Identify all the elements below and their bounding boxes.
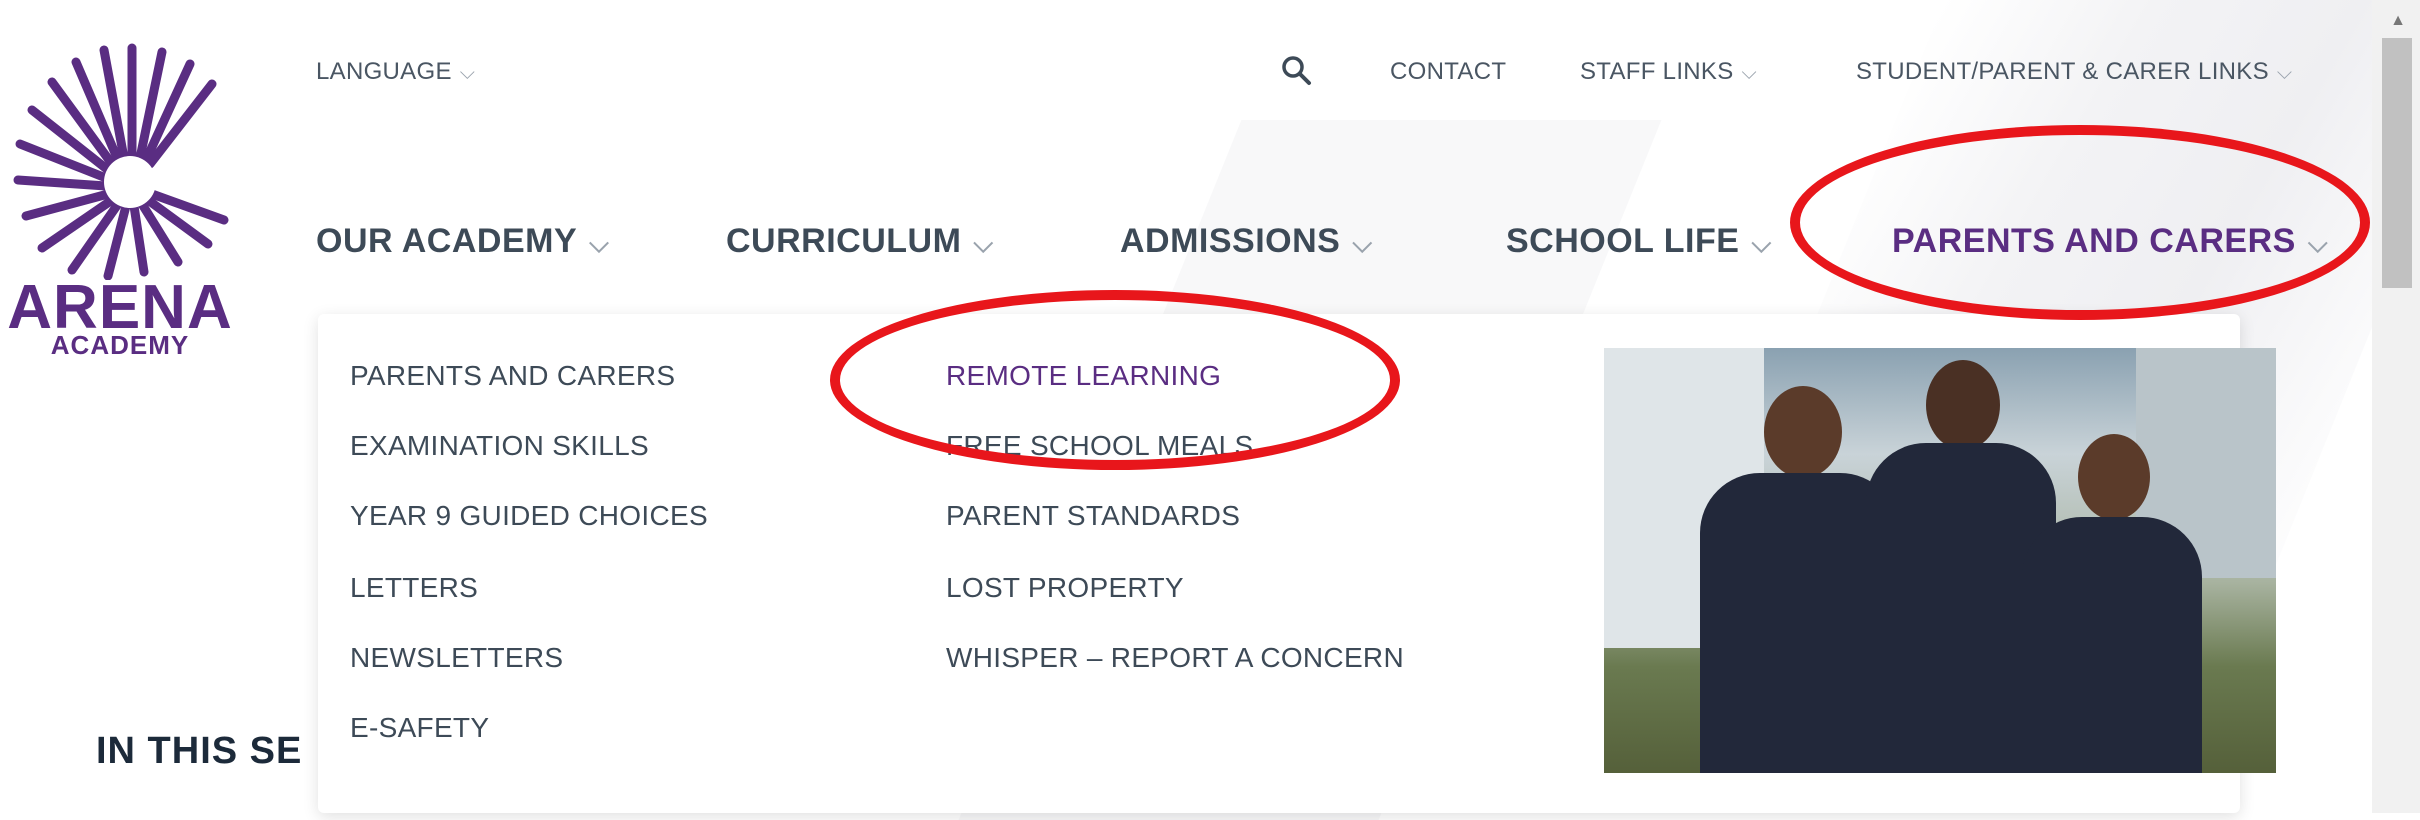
nav-label: SCHOOL LIFE xyxy=(1506,222,1740,260)
nav-school-life[interactable]: SCHOOL LIFE ⌵ xyxy=(1506,222,1772,261)
menu-item-lost-property[interactable]: LOST PROPERTY xyxy=(946,572,1184,604)
student-head xyxy=(1926,360,2000,450)
chevron-down-icon: ⌵ xyxy=(1751,228,1772,258)
menu-item-examination-skills[interactable]: EXAMINATION SKILLS xyxy=(350,430,649,462)
nav-label: ADMISSIONS xyxy=(1120,222,1341,260)
nav-admissions[interactable]: ADMISSIONS ⌵ xyxy=(1120,222,1373,261)
student-head xyxy=(1764,386,1842,478)
nav-our-academy[interactable]: OUR ACADEMY ⌵ xyxy=(316,222,609,261)
menu-item-newsletters[interactable]: NEWSLETTERS xyxy=(350,642,563,674)
scroll-up-arrow-icon[interactable]: ▲ xyxy=(2390,12,2406,30)
chevron-down-icon: ⌵ xyxy=(1741,62,1758,84)
menu-item-letters[interactable]: LETTERS xyxy=(350,572,478,604)
menu-item-e-safety[interactable]: E-SAFETY xyxy=(350,712,489,744)
nav-label: OUR ACADEMY xyxy=(316,222,578,260)
nav-curriculum[interactable]: CURRICULUM ⌵ xyxy=(726,222,994,261)
chevron-down-icon: ⌵ xyxy=(2276,62,2293,84)
students-photo xyxy=(1604,348,2276,773)
chevron-down-icon: ⌵ xyxy=(1352,228,1373,258)
student-parent-links-label: STUDENT/PARENT & CARER LINKS xyxy=(1856,58,2269,85)
menu-item-year-9-guided-choices[interactable]: YEAR 9 GUIDED CHOICES xyxy=(350,500,708,532)
language-selector[interactable]: LANGUAGE ⌵ xyxy=(316,58,475,86)
menu-item-parent-standards[interactable]: PARENT STANDARDS xyxy=(946,500,1240,532)
section-title: IN THIS SE xyxy=(96,730,303,772)
annotation-circle xyxy=(1790,125,2370,320)
student-figure xyxy=(2022,517,2202,773)
student-parent-links-menu[interactable]: STUDENT/PARENT & CARER LINKS ⌵ xyxy=(1856,58,2292,86)
contact-link[interactable]: CONTACT xyxy=(1390,58,1506,86)
student-head xyxy=(2078,434,2150,520)
staff-links-label: STAFF LINKS xyxy=(1580,58,1734,85)
nav-label: CURRICULUM xyxy=(726,222,962,260)
language-label: LANGUAGE xyxy=(316,58,452,85)
menu-item-parents-and-carers[interactable]: PARENTS AND CARERS xyxy=(350,360,675,392)
logo-burst-icon xyxy=(13,43,229,281)
scrollbar[interactable]: ▲ xyxy=(2372,0,2420,813)
logo-subtitle: ACADEMY xyxy=(50,330,190,360)
search-button[interactable] xyxy=(1280,54,1312,93)
staff-links-menu[interactable]: STAFF LINKS ⌵ xyxy=(1580,58,1757,86)
menu-item-whisper-report-a-concern[interactable]: WHISPER – REPORT A CONCERN xyxy=(946,642,1404,674)
annotation-circle xyxy=(830,290,1400,470)
search-icon xyxy=(1282,56,1311,85)
chevron-down-icon: ⌵ xyxy=(589,228,610,258)
chevron-down-icon: ⌵ xyxy=(973,228,994,258)
scrollbar-thumb[interactable] xyxy=(2382,38,2412,288)
chevron-down-icon: ⌵ xyxy=(459,62,476,84)
